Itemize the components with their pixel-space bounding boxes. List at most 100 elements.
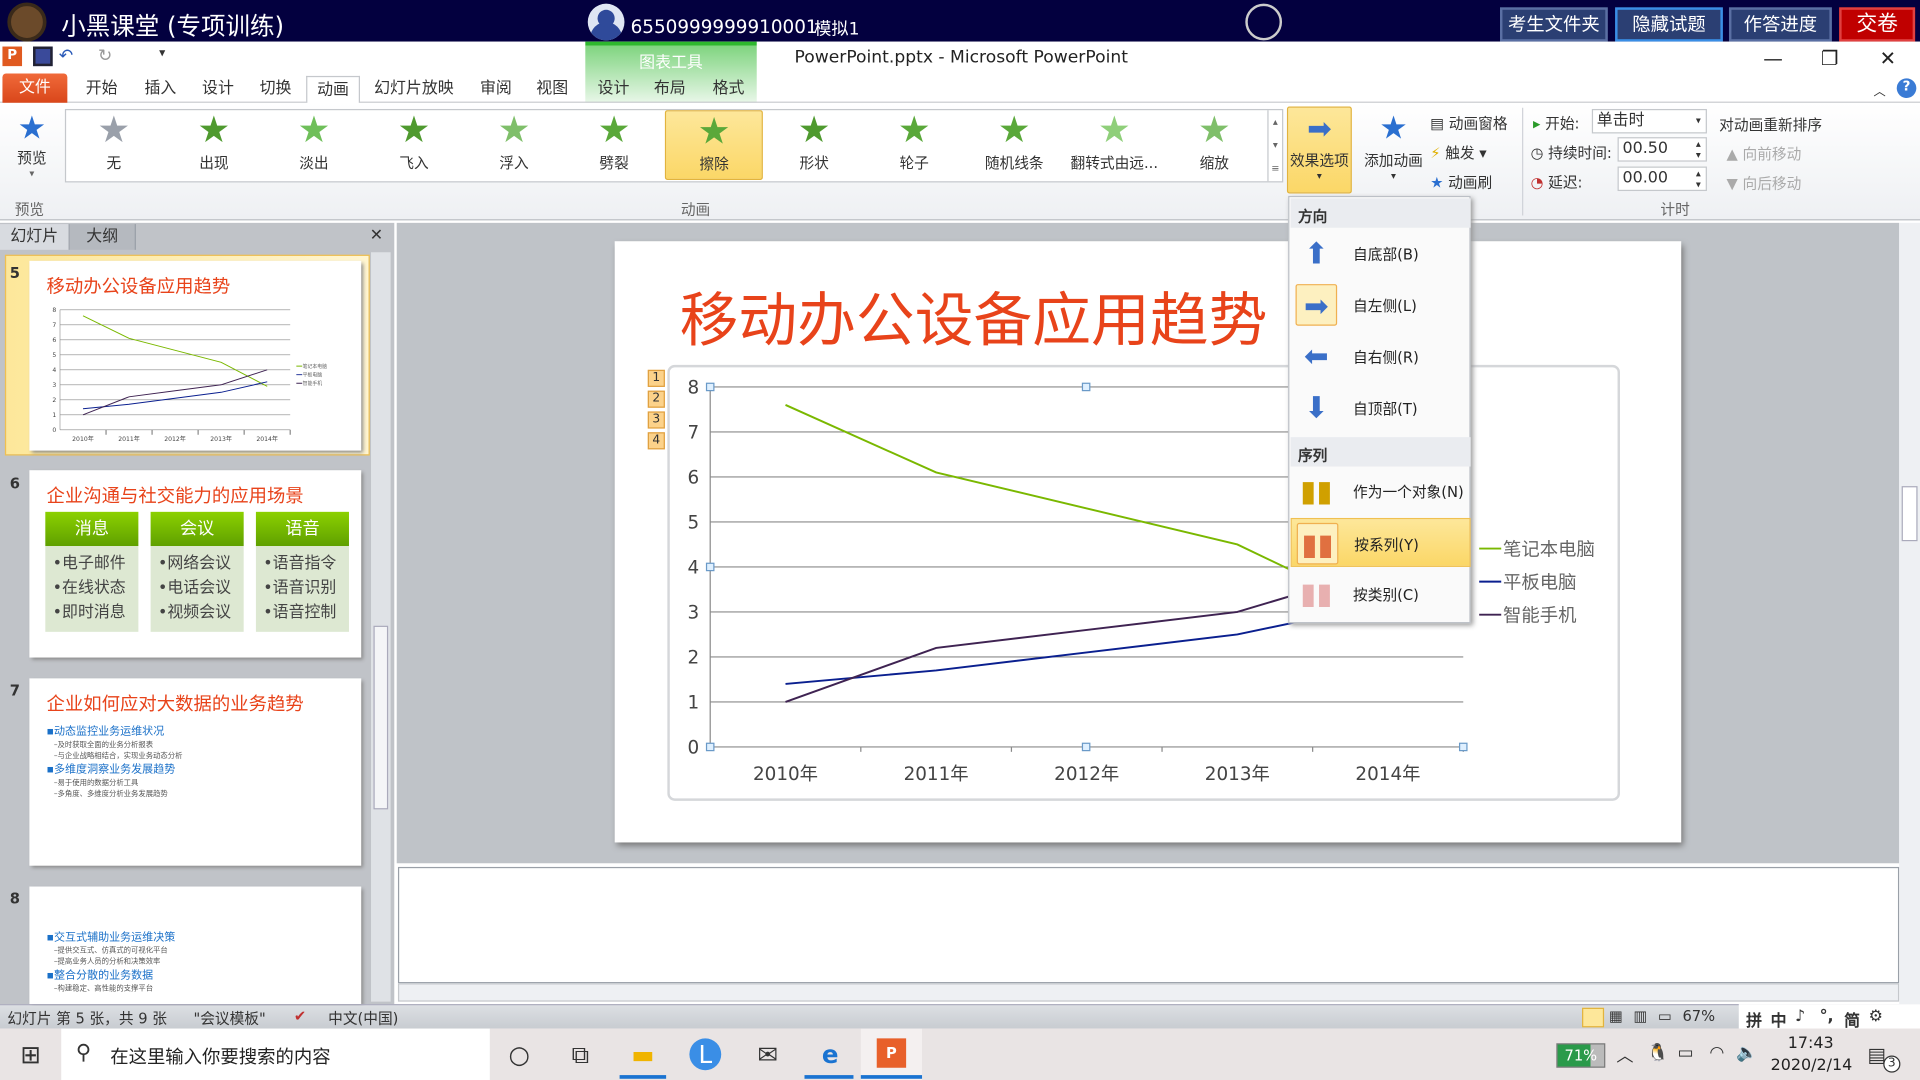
move-earlier-button[interactable]: ▲ 向前移动 (1727, 143, 1802, 164)
animation-option[interactable]: ★ 浮入 (465, 110, 563, 180)
scroll-thumb[interactable] (373, 625, 389, 810)
tab-chart-layout[interactable]: 布局 (644, 76, 695, 103)
move-later-button[interactable]: ▼ 向后移动 (1727, 173, 1802, 194)
minimize-button[interactable]: — (1763, 47, 1783, 70)
animation-option[interactable]: ★ 翻转式由远... (1065, 110, 1163, 180)
resize-handle[interactable] (705, 382, 715, 392)
animation-painter-button[interactable]: ★ 动画刷 (1430, 171, 1492, 192)
trigger-button[interactable]: ⚡ 触发 ▾ (1430, 142, 1486, 163)
gallery-scroll[interactable]: ▴ ▾ ≡ (1267, 110, 1282, 182)
redo-icon[interactable]: ↻ (98, 47, 118, 67)
preview-button[interactable]: ★ 预览 ▾ (7, 110, 56, 179)
animation-option[interactable]: ★ 轮子 (865, 110, 963, 180)
animation-pane-button[interactable]: ▤ 动画窗格 (1430, 113, 1507, 134)
notes-pane[interactable] (397, 866, 1900, 984)
series-line-1[interactable] (82, 381, 268, 410)
edge-icon[interactable]: e (814, 1038, 846, 1070)
tab-slideshow[interactable]: 幻灯片放映 (367, 76, 460, 103)
menu-item-by-category[interactable]: ▮▮ 按类别(C) (1291, 569, 1471, 618)
resize-handle[interactable] (1081, 742, 1091, 752)
menu-item-from-right[interactable]: ⬅ 自右侧(R) (1291, 332, 1471, 381)
resize-handle[interactable] (705, 742, 715, 752)
theme-name[interactable]: "会议模板" (193, 1008, 265, 1029)
resize-handle[interactable] (705, 562, 715, 572)
language[interactable]: 中文(中国) (328, 1008, 398, 1029)
slide-thumbnail-5[interactable]: 移动办公设备应用趋势 0 1 2 3 4 5 6 7 8 2010年 2011年 2012年 2013年… (29, 260, 362, 451)
tab-home[interactable]: 开始 (76, 76, 127, 103)
save-icon[interactable] (33, 46, 53, 67)
animation-option[interactable]: ★ 飞入 (365, 110, 463, 180)
resize-handle[interactable] (1081, 382, 1091, 392)
qq-icon[interactable]: 🐧 (1647, 1043, 1668, 1063)
ime-button[interactable]: ♪ (1795, 1008, 1805, 1026)
ime-button[interactable]: 拼 (1746, 1008, 1762, 1031)
start-select[interactable]: 单击时 ▾ (1591, 108, 1707, 134)
task-view-icon[interactable]: ⧉ (564, 1038, 596, 1070)
restore-button[interactable]: ❐ (1821, 47, 1839, 70)
progress-button[interactable]: 作答进度 (1728, 7, 1832, 42)
undo-icon[interactable]: ↶ (59, 47, 79, 67)
tab-slides[interactable]: 幻灯片 (0, 224, 70, 250)
menu-item-from-top[interactable]: ⬇ 自顶部(T) (1291, 383, 1471, 432)
animation-option[interactable]: ★ 形状 (765, 110, 863, 180)
menu-item-from-left[interactable]: ➡ 自左侧(L) (1291, 280, 1471, 329)
slide-thumbnail-7[interactable]: 企业如何应对大数据的业务趋势 ▪动态监控业务运维状况 –及时获取全面的业务分析报表… (29, 678, 362, 866)
close-pane-button[interactable]: ✕ (370, 227, 383, 245)
clock-time[interactable]: 17:43 (1788, 1035, 1834, 1053)
tab-insert[interactable]: 插入 (135, 76, 186, 103)
collapse-ribbon-icon[interactable]: ︿ (1873, 81, 1885, 99)
mail-icon[interactable]: ✉ (752, 1038, 784, 1070)
animation-option[interactable]: ★ 出现 (165, 110, 263, 180)
slides-scrollbar[interactable] (371, 252, 391, 1002)
file-explorer-icon[interactable]: ▬ (627, 1038, 659, 1070)
duration-input[interactable]: 00.50 ▴ ▾ (1617, 137, 1707, 162)
ime-button[interactable]: °, (1820, 1008, 1834, 1026)
tab-file[interactable]: 文件 (2, 73, 68, 103)
tab-animations[interactable]: 动画 (306, 75, 361, 105)
animation-option[interactable]: ★ 淡出 (265, 110, 363, 180)
tab-transitions[interactable]: 切换 (250, 76, 301, 103)
resize-handle[interactable] (1458, 742, 1468, 752)
taskbar-search[interactable]: ⚲ 在这里输入你要搜索的内容 (61, 1028, 490, 1080)
animation-option[interactable]: ★ 缩放 (1165, 110, 1263, 180)
ime-button[interactable]: 简 (1844, 1008, 1860, 1031)
powerpoint-icon[interactable]: P (2, 46, 23, 67)
spellcheck-icon[interactable]: ✔ (294, 1008, 306, 1025)
slideshow-icon[interactable]: ▭ (1658, 1008, 1672, 1025)
tab-chart-design[interactable]: 设计 (588, 76, 639, 103)
slide-thumbnail-8[interactable]: ▪交互式辅助业务运维决策 –提供交互式、仿真式的可视化平台 –提高业务人员的分析和决… (29, 886, 362, 1005)
battery-indicator[interactable]: 71% (1556, 1043, 1606, 1068)
normal-view-icon[interactable] (1582, 1007, 1605, 1028)
submit-button[interactable]: 交卷 (1839, 7, 1916, 42)
customize-qat-icon[interactable]: ▾ (159, 47, 179, 67)
animation-option[interactable]: ★ 随机线条 (965, 110, 1063, 180)
hide-question-button[interactable]: 隐藏试题 (1615, 7, 1723, 42)
slide-sorter-icon[interactable]: ▦ (1609, 1008, 1623, 1025)
ime-button[interactable]: 中 (1771, 1008, 1787, 1031)
horizontal-scrollbar[interactable] (397, 983, 1900, 1002)
tab-outline[interactable]: 大纲 (69, 224, 136, 250)
series-line-0[interactable] (82, 315, 268, 387)
clock-app-icon[interactable]: L (689, 1038, 722, 1071)
menu-item-as-one-object[interactable]: ▮▮ 作为一个对象(N) (1291, 467, 1471, 516)
menu-item-by-series[interactable]: ▮▮ 按系列(Y) (1290, 517, 1471, 567)
volume-icon[interactable]: 🔈 (1736, 1043, 1757, 1063)
cortana-icon[interactable]: ○ (503, 1038, 535, 1070)
candidate-folder-button[interactable]: 考生文件夹 (1500, 7, 1608, 42)
effect-options-button[interactable]: ➡ 效果选项 ▾ (1286, 106, 1352, 194)
input-icon[interactable]: ▭ (1678, 1043, 1694, 1063)
tab-view[interactable]: 视图 (527, 76, 578, 103)
tab-review[interactable]: 审阅 (470, 76, 521, 103)
help-icon[interactable]: ? (1896, 78, 1917, 98)
line-chart[interactable]: 0 1 2 3 4 5 6 7 8 2010年 2011年 2012年 2013年 2014年 笔记本电脑平… (661, 365, 1628, 806)
animation-option[interactable]: ★ 无 (65, 110, 163, 180)
wifi-icon[interactable]: ◠ (1709, 1043, 1724, 1063)
powerpoint-taskbar-button[interactable]: P (860, 1028, 923, 1080)
delay-input[interactable]: 00.00 ▴ ▾ (1617, 166, 1707, 192)
windows-start-icon[interactable]: ⊞ (15, 1038, 47, 1070)
vertical-scrollbar[interactable] (1899, 222, 1920, 1005)
slide-thumbnail-6[interactable]: 企业沟通与社交能力的应用场景 消息 •电子邮件 •在线状态 •即时消息 会议 •网络会议 •… (29, 470, 362, 658)
menu-item-from-bottom[interactable]: ⬆ 自底部(B) (1291, 229, 1471, 278)
add-animation-button[interactable]: ★ 添加动画 ▾ (1359, 108, 1428, 181)
series-line-2[interactable] (82, 369, 268, 416)
